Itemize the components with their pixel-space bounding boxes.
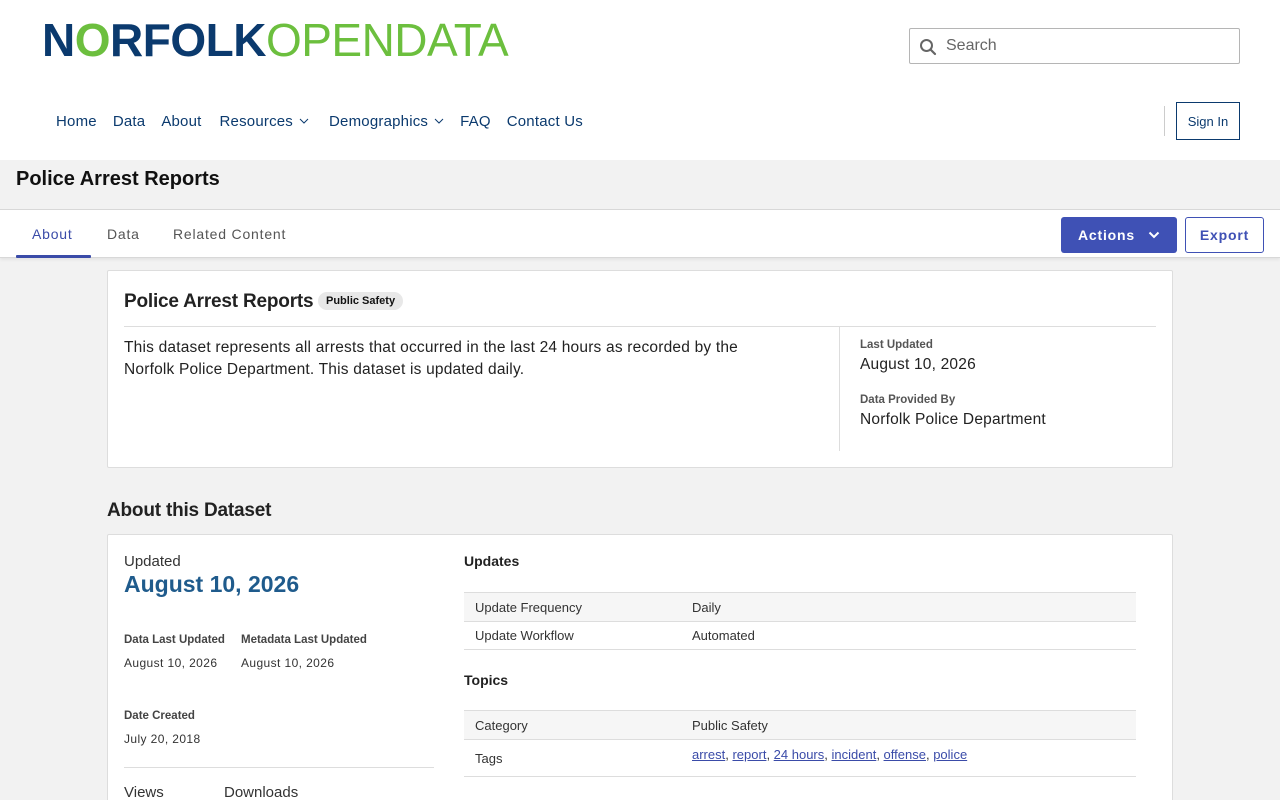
logo-rfolk: RFOLK [110, 14, 266, 66]
tag-link-police[interactable]: police [933, 747, 967, 762]
search-box[interactable] [909, 28, 1240, 64]
last-updated-value: August 10, 2026 [860, 356, 976, 373]
chevron-down-icon [299, 118, 309, 124]
table-row: Category Public Safety [464, 710, 1136, 739]
sign-in-button[interactable]: Sign In [1176, 102, 1240, 140]
table-row: Update Workflow Automated [464, 621, 1136, 650]
nav-contact-us[interactable]: Contact Us [507, 113, 583, 130]
updated-date: August 10, 2026 [124, 571, 300, 597]
norfolk-opendata-logo[interactable]: N O RFOLK OPENDATA [42, 14, 509, 66]
actions-label: Actions [1078, 227, 1135, 243]
tab-related-content[interactable]: Related Content [173, 210, 286, 258]
tab-data[interactable]: Data [107, 210, 140, 258]
dataset-title: Police Arrest Reports [124, 291, 314, 312]
category-badge: Public Safety [318, 292, 404, 310]
nav-home-label: Home [56, 112, 97, 130]
data-provided-by-label: Data Provided By [860, 394, 956, 406]
nav-contact-us-label: Contact Us [506, 112, 583, 130]
date-created-label: Date Created [124, 710, 195, 722]
logo-n: N [42, 14, 75, 66]
table-row: Tags arrest, report, 24 hours, incident,… [464, 739, 1136, 777]
data-last-updated-value: August 10, 2026 [124, 656, 218, 670]
updated-label: Updated [124, 553, 181, 570]
nav-divider [1164, 106, 1165, 136]
export-button[interactable]: Export [1185, 217, 1264, 253]
divider [839, 327, 840, 451]
nav-faq-label: FAQ [460, 112, 491, 130]
dataset-summary-card: Police Arrest Reports Public Safety This… [107, 270, 1173, 468]
data-last-updated-label: Data Last Updated [124, 634, 225, 646]
data-provided-by-value: Norfolk Police Department [860, 411, 1046, 428]
page-title: Police Arrest Reports [16, 168, 220, 190]
nav-about[interactable]: About [161, 113, 201, 130]
search-input[interactable] [946, 37, 1226, 55]
tags-key: Tags [475, 751, 503, 766]
date-created-value: July 20, 2018 [124, 732, 201, 746]
tag-link-offense[interactable]: offense [884, 747, 926, 762]
divider [124, 326, 1156, 327]
updates-heading: Updates [464, 553, 520, 569]
search-icon [920, 39, 937, 56]
logo-opendata: OPENDATA [265, 14, 509, 66]
downloads-label: Downloads [224, 784, 299, 800]
actions-button[interactable]: Actions [1061, 217, 1177, 253]
nav-about-label: About [161, 112, 202, 130]
update-workflow-value: Automated [692, 628, 755, 643]
nav-data-label: Data [112, 112, 146, 130]
divider [124, 767, 434, 768]
tag-link-report[interactable]: report [732, 747, 766, 762]
nav-demographics-label: Demographics [329, 112, 429, 130]
active-tab-indicator [16, 255, 91, 258]
category-key: Category [475, 717, 528, 733]
tag-link-arrest[interactable]: arrest [692, 747, 725, 762]
tag-link-incident[interactable]: incident [832, 747, 877, 762]
category-value: Public Safety [692, 717, 768, 733]
logo-o: O [74, 14, 111, 66]
tab-bar: About Data Related Content Actions Expor… [0, 209, 1280, 258]
nav-data[interactable]: Data [113, 113, 146, 130]
metadata-last-updated-value: August 10, 2026 [241, 656, 335, 670]
about-dataset-heading: About this Dataset [107, 500, 272, 521]
main-nav: Home Data About Resources Demographics F… [56, 110, 599, 132]
tags-list: arrest, report, 24 hours, incident, offe… [692, 747, 968, 762]
table-row: Update Frequency Daily [464, 592, 1136, 621]
nav-demographics[interactable]: Demographics [329, 113, 444, 130]
dataset-description: This dataset represents all arrests that… [124, 339, 738, 378]
chevron-down-icon [434, 118, 444, 124]
nav-home[interactable]: Home [56, 113, 97, 130]
nav-faq[interactable]: FAQ [460, 113, 491, 130]
topics-table: Category Public Safety Tags arrest, repo… [464, 710, 1136, 777]
tab-about[interactable]: About [32, 210, 73, 258]
metadata-last-updated-label: Metadata Last Updated [241, 634, 367, 646]
nav-resources-label: Resources [219, 112, 294, 130]
update-frequency-key: Update Frequency [475, 599, 582, 615]
nav-resources[interactable]: Resources [220, 113, 310, 130]
about-dataset-card: Updated August 10, 2026 Data Last Update… [107, 534, 1173, 800]
update-frequency-value: Daily [692, 599, 721, 615]
updates-table: Update Frequency Daily Update Workflow A… [464, 592, 1136, 650]
site-header: NORFOLKOPENDATA Home Data About Resource… [0, 0, 1280, 160]
update-workflow-key: Update Workflow [475, 628, 574, 643]
last-updated-label: Last Updated [860, 339, 933, 351]
tag-link-24-hours[interactable]: 24 hours [774, 747, 825, 762]
chevron-down-icon [1148, 231, 1160, 239]
views-label: Views [124, 784, 164, 800]
topics-heading: Topics [464, 672, 509, 688]
